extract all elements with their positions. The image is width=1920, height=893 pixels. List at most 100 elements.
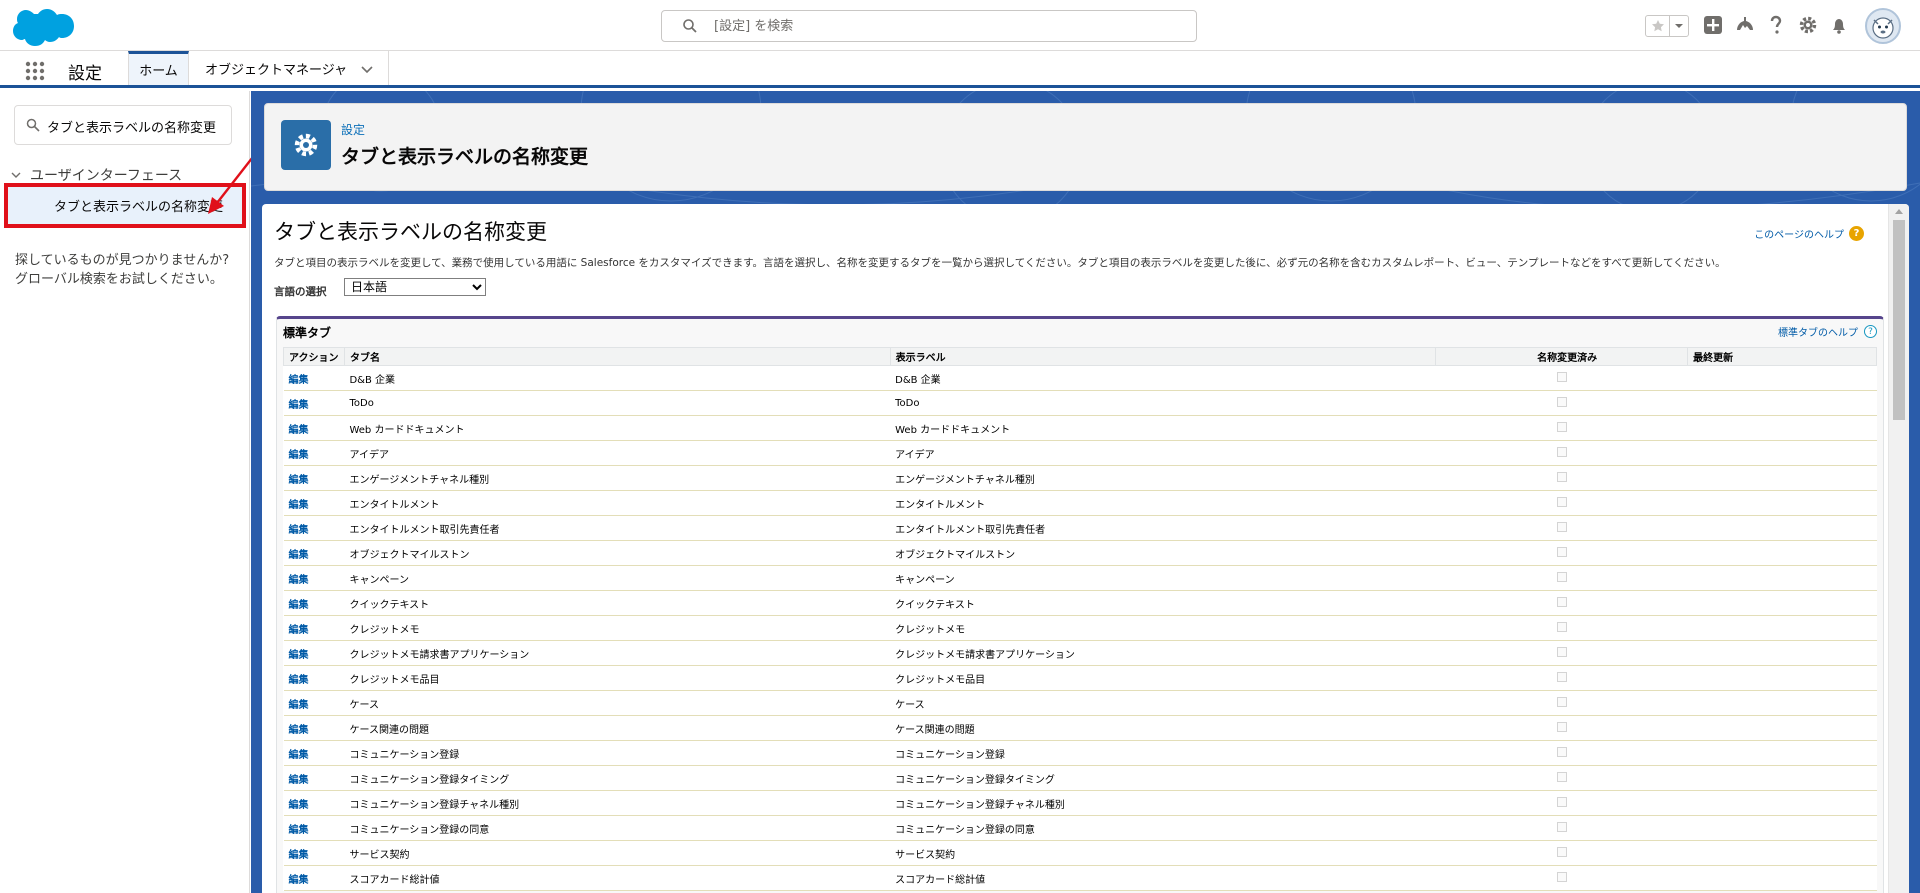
scroll-up-arrow[interactable] [1895, 209, 1903, 214]
table-row: 編集 ケース関連の問題 ケース関連の問題 [283, 715, 1877, 741]
page-header: 設定 タブと表示ラベルの名称変更 [264, 103, 1907, 191]
edit-link[interactable]: 編集 [283, 740, 345, 766]
edit-link[interactable]: 編集 [283, 865, 345, 891]
col-display-label[interactable]: 表示ラベル [889, 347, 1437, 366]
standard-tabs-title: 標準タブ [283, 326, 332, 340]
search-icon [26, 118, 40, 132]
language-select[interactable]: 日本語 [344, 278, 486, 296]
global-search[interactable] [661, 10, 1197, 42]
scrollbar-thumb[interactable] [1893, 220, 1905, 420]
edit-link[interactable]: 編集 [283, 440, 345, 466]
edit-link[interactable]: 編集 [283, 790, 345, 816]
edit-link[interactable]: 編集 [283, 815, 345, 841]
quick-find-box[interactable]: タブと表示ラベルの名称変更 [14, 105, 232, 145]
display-label-cell: クレジットメモ請求書アプリケーション [890, 640, 1436, 666]
edit-link[interactable]: 編集 [283, 665, 345, 691]
global-search-input[interactable] [714, 15, 1174, 37]
renamed-checkbox [1556, 721, 1567, 732]
renamed-checkbox [1556, 496, 1567, 507]
question-icon[interactable] [1765, 14, 1787, 36]
renamed-checkbox [1556, 371, 1567, 382]
table-body: 編集 D&B 企業 D&B 企業 編集 ToDo ToDo 編集 Web カードドキュメント W… [283, 365, 1877, 891]
favorites-button[interactable] [1646, 16, 1670, 36]
edit-link[interactable]: 編集 [283, 515, 345, 541]
col-action: アクション [283, 347, 345, 366]
renamed-cell [1435, 840, 1688, 866]
page-title: タブと表示ラベルの名称変更 [274, 220, 547, 244]
renamed-checkbox [1556, 471, 1567, 482]
last-modified-cell [1687, 615, 1877, 641]
page-help-link[interactable]: このページのヘルプ ? [1754, 226, 1864, 241]
col-tab-name[interactable]: タブ名 [343, 347, 891, 366]
app-name: 設定 [68, 64, 102, 84]
edit-link[interactable]: 編集 [283, 390, 345, 416]
scrollbar[interactable] [1888, 204, 1909, 893]
tree-node-label: ユーザインターフェース [30, 168, 183, 184]
col-renamed[interactable]: 名称変更済み [1435, 347, 1689, 366]
renamed-cell [1435, 690, 1688, 716]
trailhead-icon[interactable] [1734, 14, 1756, 36]
app-launcher-icon[interactable] [24, 60, 46, 82]
edit-link[interactable]: 編集 [283, 840, 345, 866]
bell-icon[interactable] [1828, 14, 1850, 36]
tab-name-cell: ケース関連の問題 [344, 715, 891, 741]
last-modified-cell [1687, 365, 1877, 391]
renamed-cell [1435, 440, 1688, 466]
renamed-cell [1435, 815, 1688, 841]
edit-link[interactable]: 編集 [283, 690, 345, 716]
tab-name-cell: ケース [344, 690, 891, 716]
edit-link[interactable]: 編集 [283, 490, 345, 516]
edit-link[interactable]: 編集 [283, 365, 345, 391]
display-label-cell: クイックテキスト [890, 590, 1436, 616]
renamed-cell [1435, 615, 1688, 641]
tab-home[interactable]: ホーム [128, 51, 189, 85]
renamed-checkbox [1556, 846, 1567, 857]
table-row: 編集 スコアカード総計値 スコアカード総計値 [283, 865, 1877, 891]
renamed-checkbox [1556, 571, 1567, 582]
gear-icon[interactable] [1797, 14, 1819, 36]
renamed-cell [1435, 865, 1688, 891]
salesforce-logo[interactable] [13, 6, 75, 48]
favorites-list-button[interactable] [1670, 16, 1688, 36]
tab-name-cell: コミュニケーション登録の同意 [344, 815, 891, 841]
chevron-down-icon[interactable] [360, 62, 374, 76]
edit-link[interactable]: 編集 [283, 565, 345, 591]
display-label-cell: スコアカード総計値 [890, 865, 1436, 891]
renamed-cell [1435, 590, 1688, 616]
tab-object-manager[interactable]: オブジェクトマネージャ [189, 51, 389, 85]
last-modified-cell [1687, 765, 1877, 791]
standard-tabs-block: 標準タブ 標準タブのヘルプ ? アクション タブ名 表示ラベル 名称変更済み 最… [276, 316, 1884, 893]
last-modified-cell [1687, 665, 1877, 691]
last-modified-cell [1687, 690, 1877, 716]
edit-link[interactable]: 編集 [283, 540, 345, 566]
edit-link[interactable]: 編集 [283, 715, 345, 741]
renamed-cell [1435, 740, 1688, 766]
language-label: 言語の選択 [274, 286, 327, 298]
edit-link[interactable]: 編集 [283, 465, 345, 491]
help-icon: ? [1849, 226, 1864, 241]
last-modified-cell [1687, 565, 1877, 591]
edit-link[interactable]: 編集 [283, 590, 345, 616]
content-frame: タブと表示ラベルの名称変更 このページのヘルプ ? タブと項目の表示ラベルを変更… [262, 204, 1888, 893]
renamed-checkbox [1556, 821, 1567, 832]
renamed-checkbox [1556, 396, 1567, 407]
table-row: 編集 エンタイトルメント エンタイトルメント [283, 490, 1877, 516]
edit-link[interactable]: 編集 [283, 765, 345, 791]
breadcrumb[interactable]: 設定 [341, 121, 365, 138]
page-description: タブと項目の表示ラベルを変更して、業務で使用している用語に Salesforce… [274, 257, 1726, 269]
col-last-modified[interactable]: 最終更新 [1687, 347, 1877, 366]
page-help-label: このページのヘルプ [1754, 230, 1844, 241]
last-modified-cell [1687, 640, 1877, 666]
edit-link[interactable]: 編集 [283, 640, 345, 666]
last-modified-cell [1687, 515, 1877, 541]
edit-link[interactable]: 編集 [283, 615, 345, 641]
edit-link[interactable]: 編集 [283, 415, 345, 441]
renamed-cell [1435, 415, 1688, 441]
plus-icon[interactable] [1702, 14, 1724, 36]
tree-node-user-interface[interactable]: ユーザインターフェース [10, 165, 182, 185]
table-row: 編集 エンタイトルメント取引先責任者 エンタイトルメント取引先責任者 [283, 515, 1877, 541]
standard-tabs-help-link[interactable]: 標準タブのヘルプ ? [1778, 324, 1877, 339]
display-label-cell: ケース [890, 690, 1436, 716]
quick-find-input[interactable]: タブと表示ラベルの名称変更 [47, 117, 227, 136]
avatar[interactable] [1865, 8, 1901, 44]
